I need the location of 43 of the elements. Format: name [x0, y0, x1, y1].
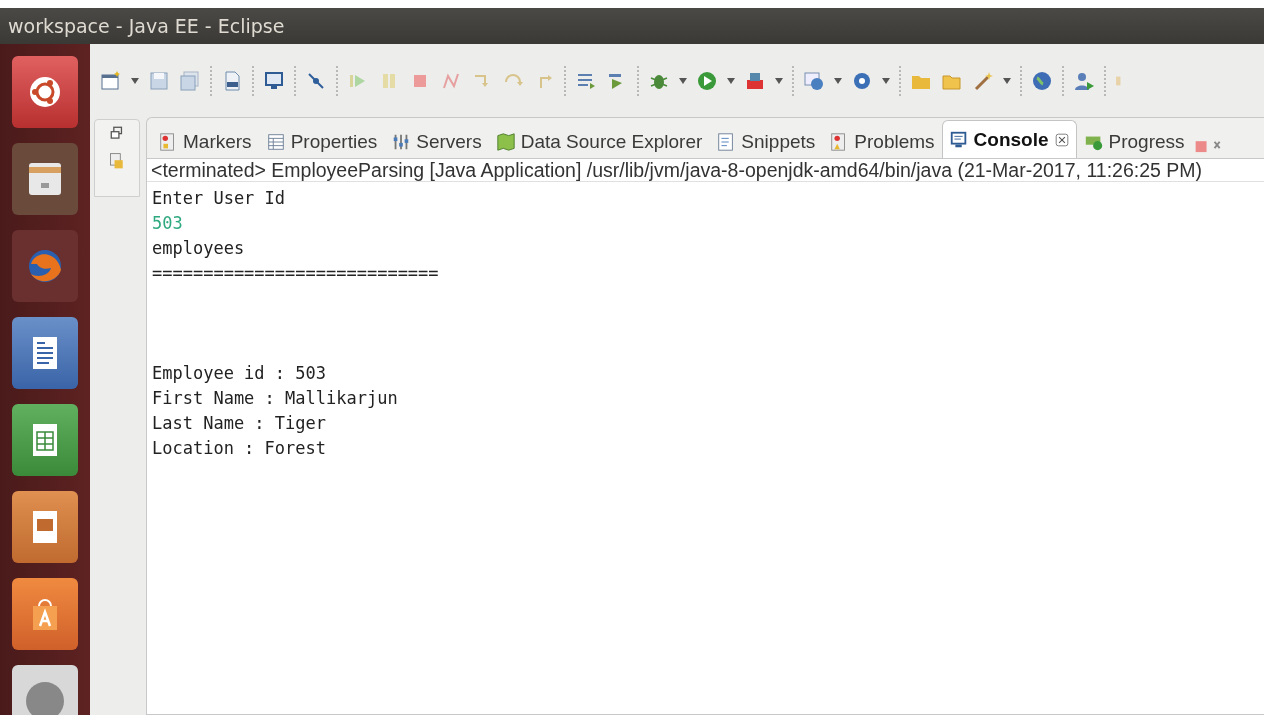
console-input-line: 503 — [152, 212, 184, 235]
view-tab[interactable]: Snippets — [709, 124, 823, 158]
launcher-tile[interactable] — [12, 230, 78, 302]
view-tab[interactable]: Properties — [258, 124, 385, 158]
globe-icon[interactable] — [1031, 69, 1053, 92]
console-line: ============================ — [152, 262, 440, 285]
close-icon[interactable] — [1053, 131, 1070, 148]
view-tab[interactable]: Servers — [384, 124, 489, 158]
caret-icon[interactable] — [882, 77, 890, 84]
table-icon[interactable] — [265, 131, 286, 152]
caret-icon[interactable] — [679, 77, 687, 84]
restore-icon[interactable] — [110, 126, 124, 140]
launcher-tile[interactable] — [12, 143, 78, 215]
view-tab[interactable]: Console — [941, 120, 1077, 158]
caret-icon[interactable] — [727, 77, 735, 84]
console-line: employees — [152, 237, 246, 260]
caret-icon[interactable] — [131, 77, 139, 84]
launcher-tile[interactable] — [12, 56, 78, 128]
view-tab[interactable]: Data Source Explorer — [488, 124, 710, 158]
view-tab[interactable]: Markers — [151, 124, 259, 158]
console-description: <terminated> EmployeeParsing [Java Application] /usr/lib/jvm/java-8-openjdk-amd64/bin/java (21-Mar-2017, 11:26:25 PM) — [151, 158, 1202, 182]
view-tab[interactable]: Problems — [822, 124, 942, 158]
new-window-icon[interactable] — [100, 69, 122, 92]
console-line: Enter User Id — [152, 187, 287, 210]
console-line: Location : Forest — [152, 437, 327, 460]
launcher-tile[interactable] — [12, 578, 78, 650]
view-tab[interactable]: Progress — [1076, 124, 1192, 158]
caret-icon[interactable] — [1003, 77, 1011, 84]
console-line: Employee id : 503 — [152, 362, 327, 385]
app-icon — [25, 681, 65, 715]
console-line: First Name : Mallikarjun — [152, 387, 399, 410]
launcher-tile[interactable] — [12, 317, 78, 389]
window-title: workspace - Java EE - Eclipse — [8, 15, 285, 37]
play-icon[interactable] — [696, 69, 718, 92]
map-icon[interactable] — [495, 131, 516, 152]
monitor-icon[interactable] — [263, 69, 285, 92]
caret-icon[interactable] — [775, 77, 783, 84]
launcher-tile[interactable] — [12, 491, 78, 563]
caret-icon[interactable] — [834, 77, 842, 84]
console-line: Last Name : Tiger — [152, 412, 327, 435]
launcher-tile[interactable] — [12, 404, 78, 476]
monitor-icon[interactable] — [948, 129, 969, 150]
clipboard-folder-icon[interactable] — [108, 152, 126, 170]
